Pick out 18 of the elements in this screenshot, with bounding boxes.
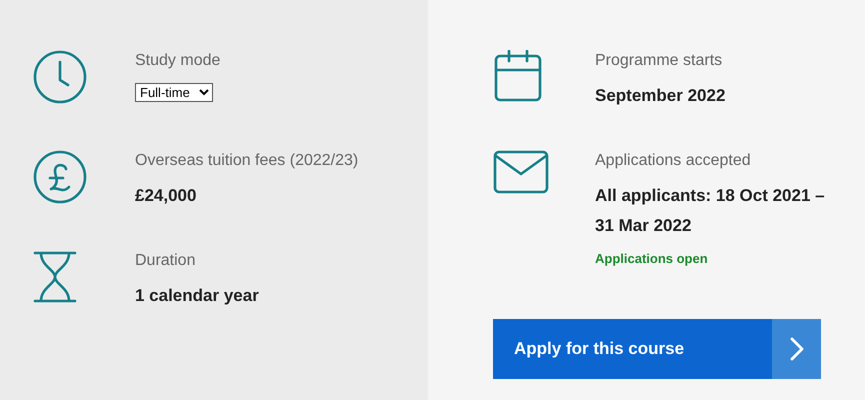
field-label: Overseas tuition fees (2022/23) <box>135 151 358 171</box>
field-label: Applications accepted <box>595 151 752 171</box>
apply-button[interactable]: Apply for this course <box>493 319 821 379</box>
study-mode-select[interactable]: Full-time <box>135 83 213 102</box>
clock-icon <box>33 50 87 104</box>
chevron-right-icon <box>790 337 804 361</box>
hourglass-icon <box>33 250 77 304</box>
envelope-icon <box>493 150 549 194</box>
field-value: 1 calendar year <box>135 285 259 307</box>
status-text: Applications open <box>595 251 709 266</box>
field-value: £24,000 <box>135 185 198 207</box>
field-value: September 2022 <box>595 85 726 107</box>
field-label: Study mode <box>135 51 220 71</box>
calendar-icon <box>493 50 543 102</box>
field-value: All applicants: 18 Oct 2021 – 31 Mar 2022 <box>595 185 826 237</box>
pound-icon <box>33 150 87 204</box>
field-label: Duration <box>135 251 196 271</box>
field-label: Programme starts <box>595 51 724 71</box>
